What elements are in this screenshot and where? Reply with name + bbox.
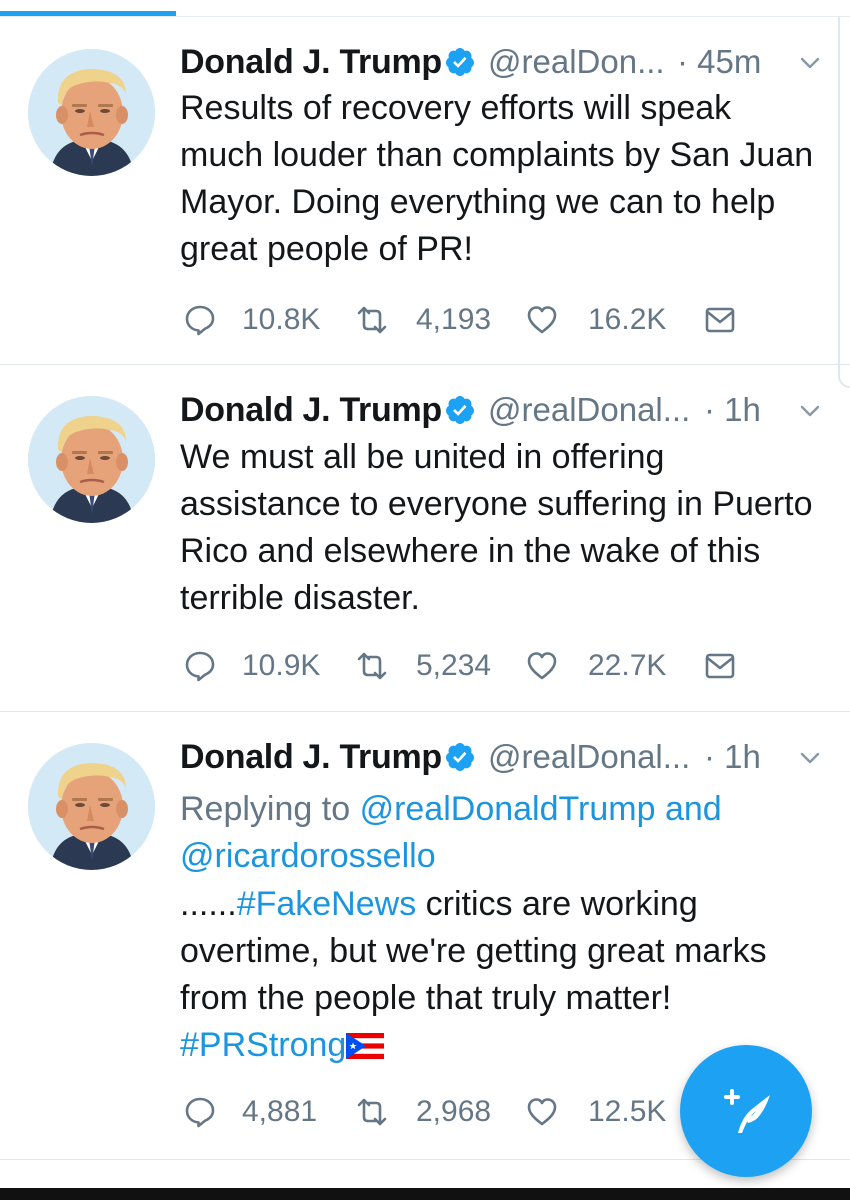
chevron-down-icon[interactable] — [798, 746, 822, 770]
retweet-icon — [356, 650, 388, 682]
like-count: 12.5K — [588, 1095, 667, 1128]
tweet-timestamp[interactable]: · 45m — [677, 37, 761, 87]
heart-icon — [526, 1096, 558, 1128]
compose-tweet-icon — [724, 1089, 770, 1133]
tweet-header: Donald J. Trump @realDon... · 45m — [180, 37, 830, 87]
retweet-icon — [356, 1096, 388, 1128]
retweet-count: 5,234 — [416, 649, 492, 682]
tweet-actions: 10.9K 5,234 22.7K — [180, 641, 780, 691]
tweet-header: Donald J. Trump @realDonal... · 1h — [180, 385, 830, 435]
replying-to-line: Replying to @realDonaldTrump and @ricard… — [180, 786, 820, 880]
display-name[interactable]: Donald J. Trump — [180, 385, 442, 435]
reply-count: 10.8K — [242, 303, 321, 336]
tweet-header: Donald J. Trump @realDonal... · 1h — [180, 732, 830, 782]
system-navigation-bar — [0, 1188, 850, 1200]
verified-badge-icon — [444, 46, 476, 78]
reply-count: 4,881 — [242, 1095, 318, 1128]
reply-count: 10.9K — [242, 649, 321, 682]
tweet-text: ......#FakeNews critics are working over… — [180, 881, 820, 1069]
retweet-count: 4,193 — [416, 303, 492, 336]
user-handle[interactable]: @realDonal... — [488, 385, 690, 435]
reply-icon — [184, 1096, 216, 1128]
tweet-1[interactable]: Donald J. Trump @realDon... · 45m Result… — [0, 17, 850, 365]
avatar[interactable] — [28, 743, 155, 870]
avatar[interactable] — [28, 49, 155, 176]
hashtag-link[interactable]: #PRStrong — [180, 1026, 346, 1064]
reply-icon — [184, 304, 216, 336]
user-handle[interactable]: @realDon... — [488, 37, 665, 87]
tweet-text-prefix: ...... — [180, 885, 237, 923]
tweet-actions: 10.8K 4,193 16.2K — [180, 295, 780, 345]
avatar[interactable] — [28, 396, 155, 523]
compose-tweet-button[interactable] — [680, 1045, 812, 1177]
puerto-rico-flag-icon — [346, 1033, 385, 1059]
reply-icon — [184, 650, 216, 682]
tweet-text: Results of recovery efforts will speak m… — [180, 89, 814, 268]
retweet-icon — [356, 304, 388, 336]
envelope-icon — [704, 650, 736, 682]
user-handle[interactable]: @realDonal... — [488, 732, 690, 782]
tweet-timestamp[interactable]: · 1h — [704, 732, 761, 782]
like-count: 22.7K — [588, 649, 667, 682]
tweet-2[interactable]: Donald J. Trump @realDonal... · 1h We mu… — [0, 364, 850, 712]
envelope-icon — [704, 304, 736, 336]
replying-to-and[interactable]: and — [665, 790, 722, 828]
mention-link[interactable]: @ricardorossello — [180, 837, 436, 875]
verified-badge-icon — [444, 394, 476, 426]
verified-badge-icon — [444, 741, 476, 773]
like-count: 16.2K — [588, 303, 667, 336]
retweet-count: 2,968 — [416, 1095, 492, 1128]
chevron-down-icon[interactable] — [798, 399, 822, 423]
tweet-text: We must all be united in offering assist… — [180, 438, 813, 617]
mention-link[interactable]: @realDonaldTrump — [360, 790, 656, 828]
heart-icon — [526, 650, 558, 682]
chevron-down-icon[interactable] — [798, 51, 822, 75]
tweet-timestamp[interactable]: · 1h — [704, 385, 761, 435]
heart-icon — [526, 304, 558, 336]
replying-to-label: Replying to — [180, 790, 351, 828]
display-name[interactable]: Donald J. Trump — [180, 732, 442, 782]
hashtag-link[interactable]: #FakeNews — [237, 885, 417, 923]
display-name[interactable]: Donald J. Trump — [180, 37, 442, 87]
